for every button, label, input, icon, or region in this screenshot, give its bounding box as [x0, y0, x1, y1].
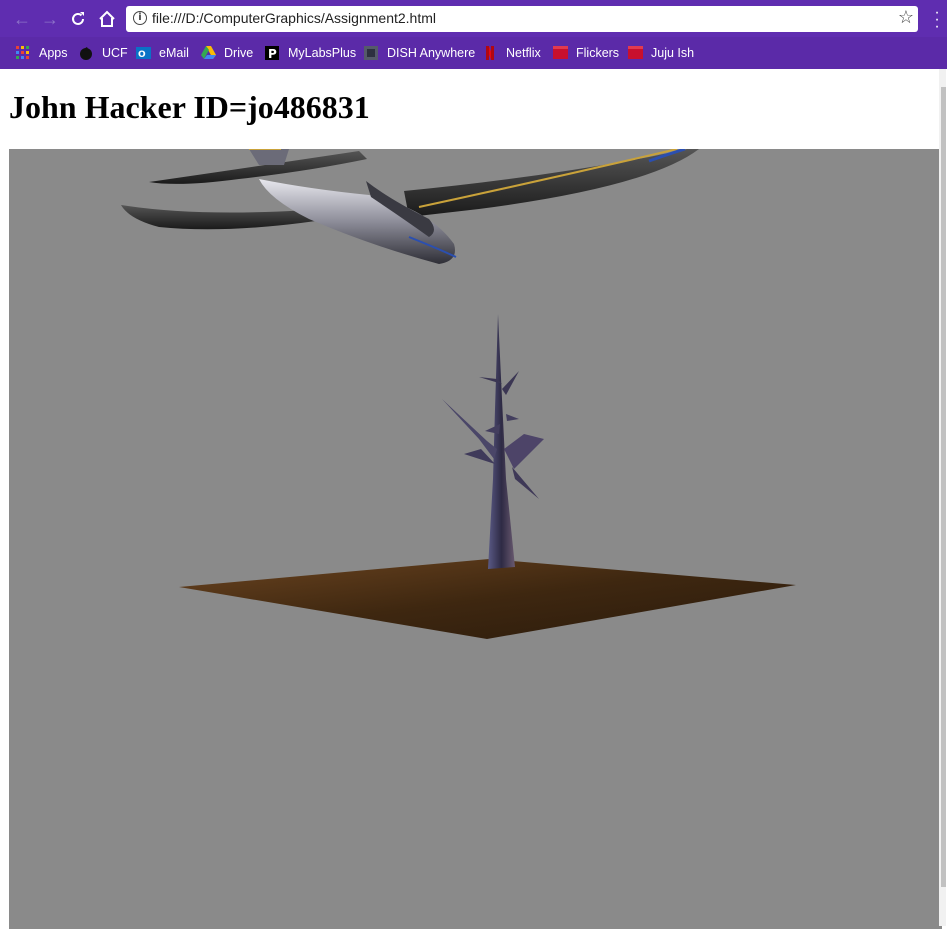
browser-toolbar: ← → i file:///D:/ComputerGraphics/Assign…: [0, 0, 947, 37]
page-title: John Hacker ID=jo486831: [9, 89, 370, 125]
juju-icon: [628, 46, 643, 60]
address-url: file:///D:/ComputerGraphics/Assignment2.…: [152, 10, 436, 26]
scene-render: [121, 149, 796, 639]
svg-text:P: P: [268, 47, 277, 60]
forward-arrow-icon[interactable]: →: [39, 8, 61, 30]
bookmark-label: eMail: [159, 46, 189, 60]
home-icon[interactable]: [96, 8, 118, 30]
bookmark-label: Netflix: [506, 46, 541, 60]
apps-grid-icon: [16, 46, 30, 60]
bookmark-mylabsplus[interactable]: P MyLabsPlus: [265, 43, 356, 63]
airplane-model: [121, 149, 699, 264]
webgl-canvas[interactable]: [9, 149, 942, 929]
bookmark-ucf[interactable]: UCF: [79, 43, 128, 63]
dish-icon: [364, 46, 378, 60]
bookmark-star-icon[interactable]: ☆: [898, 7, 914, 28]
bookmark-label: DISH Anywhere: [387, 46, 476, 60]
page-scrollbar[interactable]: [939, 69, 946, 926]
outlook-icon: O: [136, 46, 151, 60]
bookmark-label: UCF: [102, 46, 128, 60]
info-icon[interactable]: i: [133, 11, 147, 25]
scrollbar-thumb[interactable]: [941, 87, 946, 887]
back-arrow-icon[interactable]: ←: [11, 8, 33, 30]
bare-tree-model: [442, 314, 544, 569]
google-drive-icon: [201, 46, 216, 60]
bookmark-dish[interactable]: DISH Anywhere: [364, 43, 475, 63]
bookmark-drive[interactable]: Drive: [201, 43, 253, 63]
bookmark-juju[interactable]: Juju Ish: [628, 43, 694, 63]
bookmark-netflix[interactable]: Netflix: [483, 43, 541, 63]
browser-chrome: ← → i file:///D:/ComputerGraphics/Assign…: [0, 0, 947, 69]
bookmarks-bar: Apps UCF O eMail Drive P MyLabsPlus DISH…: [0, 37, 947, 69]
menu-dots-icon[interactable]: · · ·: [930, 5, 944, 35]
reload-icon[interactable]: [67, 8, 89, 30]
bookmark-label: MyLabsPlus: [288, 46, 357, 60]
address-bar[interactable]: i file:///D:/ComputerGraphics/Assignment…: [126, 6, 918, 32]
bookmark-apps[interactable]: Apps: [16, 43, 68, 63]
svg-text:O: O: [138, 50, 146, 60]
bookmark-label: Apps: [39, 46, 68, 60]
ucf-pegasus-icon: [79, 46, 93, 60]
bookmark-label: Flickers: [576, 46, 620, 60]
bookmark-label: Juju Ish: [651, 46, 695, 60]
mylabsplus-icon: P: [265, 46, 279, 61]
page-content: John Hacker ID=jo486831: [1, 69, 946, 929]
bookmark-flickers[interactable]: Flickers: [553, 43, 619, 63]
dirt-ground-plane: [179, 559, 796, 639]
bookmark-email[interactable]: O eMail: [136, 43, 189, 63]
flickers-icon: [553, 46, 568, 60]
netflix-icon: [483, 46, 497, 60]
bookmark-label: Drive: [224, 46, 254, 60]
